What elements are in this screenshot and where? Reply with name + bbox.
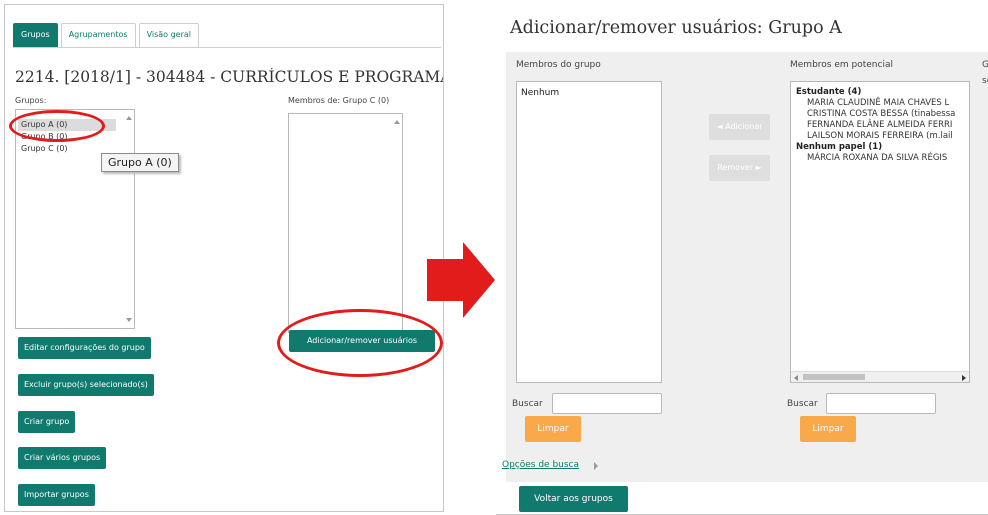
highlight-oval-group-a: [9, 110, 105, 142]
cut-off-label-1: G: [982, 60, 988, 70]
groups-scrollbar[interactable]: [123, 110, 134, 328]
scroll-down-icon[interactable]: [126, 318, 132, 322]
scroll-right-icon[interactable]: [962, 375, 966, 381]
delete-selected-groups-button[interactable]: Excluir grupo(s) selecionado(s): [18, 374, 154, 396]
user-option[interactable]: FERNANDA ELÂNE ALMEIDA FERRI: [791, 120, 969, 131]
create-group-button[interactable]: Criar grupo: [18, 411, 76, 433]
role-group-estudante: Estudante (4): [796, 87, 862, 97]
red-arrow-icon: [427, 242, 495, 318]
user-option[interactable]: MARIA CLAUDINÊ MAIA CHAVES L: [791, 98, 969, 109]
potential-search-input[interactable]: [826, 393, 936, 414]
scroll-up-icon[interactable]: [126, 116, 132, 120]
members-empty-option[interactable]: Nenhum: [517, 82, 661, 98]
group-members-listbox[interactable]: Nenhum: [516, 81, 662, 383]
clear-potential-search-button[interactable]: Limpar: [800, 416, 856, 442]
role-group-nenhum-papel: Nenhum papel (1): [796, 142, 883, 152]
potential-members-label: Membros em potencial: [790, 60, 893, 70]
search-options-link[interactable]: Opções de busca: [502, 460, 579, 470]
create-many-groups-button[interactable]: Criar vários grupos: [18, 447, 107, 469]
add-button[interactable]: ◄ Adicionar: [709, 114, 770, 140]
highlight-oval-add-remove: [277, 309, 443, 377]
expand-caret-icon[interactable]: [594, 462, 598, 470]
group-members-label: Membros do grupo: [516, 60, 601, 70]
user-selector-area: Membros do grupo Membros em potencial G …: [502, 52, 988, 482]
import-groups-button[interactable]: Importar grupos: [18, 484, 95, 506]
add-remove-users-page: Adicionar/remover usuários: Grupo A Memb…: [496, 0, 988, 515]
scroll-left-icon[interactable]: [794, 375, 798, 381]
cut-off-label-2: se: [982, 76, 988, 86]
members-search-input[interactable]: [552, 393, 662, 414]
members-listbox[interactable]: [288, 113, 403, 333]
members-of-label: Membros de: Grupo C (0): [288, 96, 390, 105]
page-title: Adicionar/remover usuários: Grupo A: [510, 18, 842, 38]
groups-listbox[interactable]: Grupo A (0) Grupo B (0) Grupo C (0): [15, 109, 135, 329]
back-to-groups-button[interactable]: Voltar aos grupos: [519, 486, 628, 512]
tabs-divider: [13, 47, 441, 48]
potential-members-listbox[interactable]: Estudante (4) MARIA CLAUDINÊ MAIA CHAVES…: [790, 81, 970, 383]
scroll-up-icon[interactable]: [394, 120, 400, 124]
groups-page-panel: Grupos Agrupamentos Visão geral 2214. [2…: [4, 4, 444, 512]
tab-visao-geral[interactable]: Visão geral: [138, 23, 200, 47]
horizontal-scrollbar[interactable]: [791, 371, 969, 382]
groups-label: Grupos:: [15, 96, 47, 105]
group-tooltip: Grupo A (0): [101, 153, 179, 172]
user-option[interactable]: LAILSON MORAIS FERREIRA (m.lail: [791, 131, 969, 142]
clear-members-search-button[interactable]: Limpar: [525, 416, 581, 442]
tab-agrupamentos[interactable]: Agrupamentos: [60, 23, 136, 47]
user-option[interactable]: CRISTINA COSTA BESSA (tinabessa: [791, 109, 969, 120]
user-option[interactable]: MÁRCIA ROXANA DA SILVA RÉGIS: [791, 153, 969, 164]
search-label-members: Buscar: [512, 399, 543, 409]
tab-grupos[interactable]: Grupos: [13, 23, 58, 47]
scrollbar-thumb[interactable]: [803, 374, 865, 380]
remove-button[interactable]: Remover ►: [709, 155, 770, 181]
tab-bar: Grupos Agrupamentos Visão geral: [13, 23, 202, 47]
search-label-potential: Buscar: [787, 399, 818, 409]
course-title: 2214. [2018/1] - 304484 - CURRÍCULOS E P…: [15, 68, 444, 86]
edit-group-settings-button[interactable]: Editar configurações do grupo: [18, 337, 151, 359]
members-scrollbar[interactable]: [391, 114, 402, 332]
